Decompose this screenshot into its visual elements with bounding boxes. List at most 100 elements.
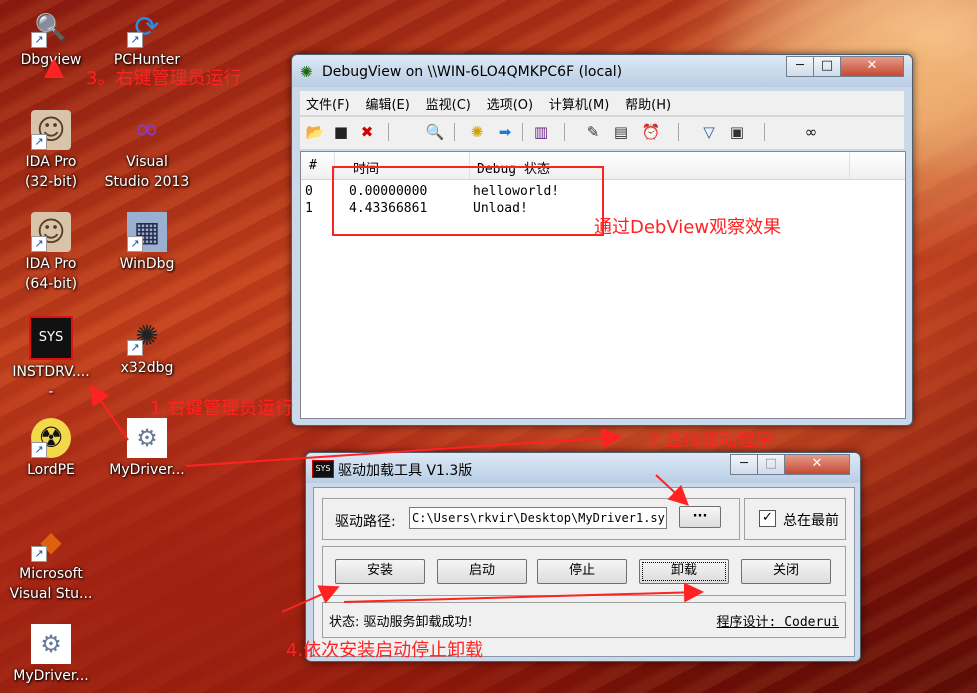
unload-button[interactable]: 卸载 (639, 559, 729, 584)
credit-link[interactable]: 程序设计: Coderui (717, 611, 839, 630)
find-icon[interactable]: 🔍 (424, 121, 446, 143)
path-input[interactable]: C:\Users\rkvir\Desktop\MyDriver1.sys (409, 507, 667, 529)
pin-icon[interactable]: ▽ (698, 121, 720, 143)
desktop-icon-label: IDA Pro (64-bit) (24, 256, 78, 292)
debugview-app-icon: ✺ (300, 63, 313, 81)
toolbar-separator (522, 123, 523, 141)
windbg-icon: ▦ ↗ (127, 212, 167, 252)
lordpe-icon: ☢ ↗ (31, 418, 71, 458)
capture-icon[interactable]: ✺ (466, 121, 488, 143)
menu-computer[interactable]: 计算机(M) (543, 91, 615, 116)
pchunter-icon: ⟳ ↗ (127, 8, 167, 48)
loader-app-icon: SYS (312, 460, 334, 478)
close-button[interactable]: ✕ (840, 56, 904, 77)
menu-edit[interactable]: 编辑(E) (359, 91, 415, 116)
row-number: 1 (305, 201, 313, 216)
close-button[interactable]: ✕ (784, 454, 850, 475)
desktop-icon-label: IDA Pro (32-bit) (24, 154, 78, 190)
toolbar-separator (388, 123, 389, 141)
install-button[interactable]: 安装 (335, 559, 425, 584)
start-button[interactable]: 启动 (437, 559, 527, 584)
desktop-icon-vs2013[interactable]: ∞ Visual Studio 2013 (102, 110, 192, 192)
topmost-group: ✓ 总在最前 (744, 498, 846, 540)
shortcut-arrow-icon: ↗ (31, 442, 47, 458)
ida32-icon: ☺ ↗ (31, 110, 71, 150)
toolbar-separator (564, 123, 565, 141)
history-icon[interactable]: ▤ (610, 121, 632, 143)
desktop-icon-label: MyDriver... (13, 668, 89, 684)
desktop-icon-pchunter[interactable]: ⟳ ↗ PCHunter (102, 8, 192, 70)
autoscroll-icon[interactable]: ➡ (494, 121, 516, 143)
toolbar-separator (678, 123, 679, 141)
annotation-step2: 2.查找驱动程序 (648, 430, 774, 451)
instdrv-icon: SYS (29, 316, 73, 360)
annotation-step3: 3。右键管理员运行 (86, 68, 242, 89)
buttons-group: 安装 启动 停止 卸载 关闭 (322, 546, 846, 596)
column-number[interactable]: # (309, 158, 317, 173)
options-icon[interactable]: ▣ (726, 121, 748, 143)
close-app-button[interactable]: 关闭 (741, 559, 831, 584)
mydriver1-icon: ⚙ (127, 418, 167, 458)
debugview-titlebar[interactable]: ✺ DebugView on \\WIN-6LO4QMKPC6F (local)… (292, 55, 912, 87)
shortcut-arrow-icon: ↗ (31, 134, 47, 150)
browse-button[interactable]: ··· (679, 506, 721, 528)
stop-button[interactable]: 停止 (537, 559, 627, 584)
binoculars-icon[interactable]: ∞ (800, 121, 822, 143)
desktop-icon-msvs[interactable]: ◆ ↗ Microsoft Visual Stu... (6, 522, 96, 604)
topmost-label[interactable]: 总在最前 (783, 510, 839, 530)
maximize-button[interactable]: □ (757, 454, 785, 475)
desktop-icon-label: Microsoft Visual Stu... (9, 566, 93, 602)
toolbar-separator (454, 123, 455, 141)
desktop-icon-label: WinDbg (119, 256, 175, 272)
highlight-box (332, 166, 604, 236)
menu-options[interactable]: 选项(O) (481, 91, 539, 116)
loader-title: 驱动加载工具 V1.3版 (338, 463, 473, 479)
topmost-checkbox[interactable]: ✓ (759, 510, 776, 527)
menu-capture[interactable]: 监视(C) (420, 91, 477, 116)
toolbar-separator (764, 123, 765, 141)
desktop-icon-dbgview[interactable]: 🔍 ↗ Dbgview (6, 8, 96, 70)
desktop-icon-label: MyDriver... (109, 462, 185, 478)
shortcut-arrow-icon: ↗ (127, 32, 143, 48)
shortcut-arrow-icon: ↗ (127, 236, 143, 252)
filter-icon[interactable]: ✎ (582, 121, 604, 143)
menu-file[interactable]: 文件(F) (300, 91, 356, 116)
debugview-window[interactable]: ✺ DebugView on \\WIN-6LO4QMKPC6F (local)… (291, 54, 913, 426)
desktop-icon-instdrv[interactable]: SYS INSTDRV.... - (6, 316, 96, 402)
desktop-icon-windbg[interactable]: ▦ ↗ WinDbg (102, 212, 192, 274)
annotation-step1: 1.右键管理员运行 (150, 398, 294, 419)
highlight-icon[interactable]: ▥ (530, 121, 552, 143)
row-number: 0 (305, 184, 313, 199)
path-group: 驱动路径: C:\Users\rkvir\Desktop\MyDriver1.s… (322, 498, 740, 540)
desktop-icon-ida32[interactable]: ☺ ↗ IDA Pro (32-bit) (6, 110, 96, 192)
minimize-button[interactable]: ─ (786, 56, 814, 77)
debugview-menubar: 文件(F) 编辑(E) 监视(C) 选项(O) 计算机(M) 帮助(H) (300, 91, 904, 115)
column-divider (849, 152, 850, 179)
loader-titlebar[interactable]: SYS 驱动加载工具 V1.3版 ─ □ ✕ (306, 453, 860, 483)
msvs-icon: ◆ ↗ (31, 522, 71, 562)
annotation-debview: 通过DebView观察效果 (594, 217, 782, 238)
menu-help[interactable]: 帮助(H) (619, 91, 677, 116)
shortcut-arrow-icon: ↗ (127, 340, 143, 356)
annotation-step4: 4.依次安装启动停止卸载 (286, 640, 484, 661)
open-icon[interactable]: 📂 (304, 121, 326, 143)
desktop-icon-mydriver2[interactable]: ⚙ MyDriver... (6, 624, 96, 686)
clock-icon[interactable]: ⏰ (640, 121, 662, 143)
desktop-icon-mydriver1[interactable]: ⚙ MyDriver... (102, 418, 192, 480)
mydriver2-icon: ⚙ (31, 624, 71, 664)
shortcut-arrow-icon: ↗ (31, 32, 47, 48)
desktop-icon-label: Dbgview (20, 52, 82, 68)
desktop-icon-x32dbg[interactable]: ✺ ↗ x32dbg (102, 316, 192, 378)
desktop-icon-lordpe[interactable]: ☢ ↗ LordPE (6, 418, 96, 480)
status-group: 状态: 驱动服务卸载成功! 程序设计: Coderui (322, 602, 846, 638)
minimize-button[interactable]: ─ (730, 454, 758, 475)
path-value: C:\Users\rkvir\Desktop\MyDriver1.sys (412, 511, 667, 525)
driver-loader-window[interactable]: SYS 驱动加载工具 V1.3版 ─ □ ✕ 驱动路径: C:\Users\rk… (305, 452, 861, 662)
desktop-icon-ida64[interactable]: ☺ ↗ IDA Pro (64-bit) (6, 212, 96, 294)
desktop-icon-label: x32dbg (120, 360, 174, 376)
clear-icon[interactable]: ✖ (356, 121, 378, 143)
shortcut-arrow-icon: ↗ (31, 236, 47, 252)
maximize-button[interactable]: □ (813, 56, 841, 77)
vs2013-icon: ∞ (134, 112, 160, 147)
save-icon[interactable]: ■ (330, 121, 352, 143)
